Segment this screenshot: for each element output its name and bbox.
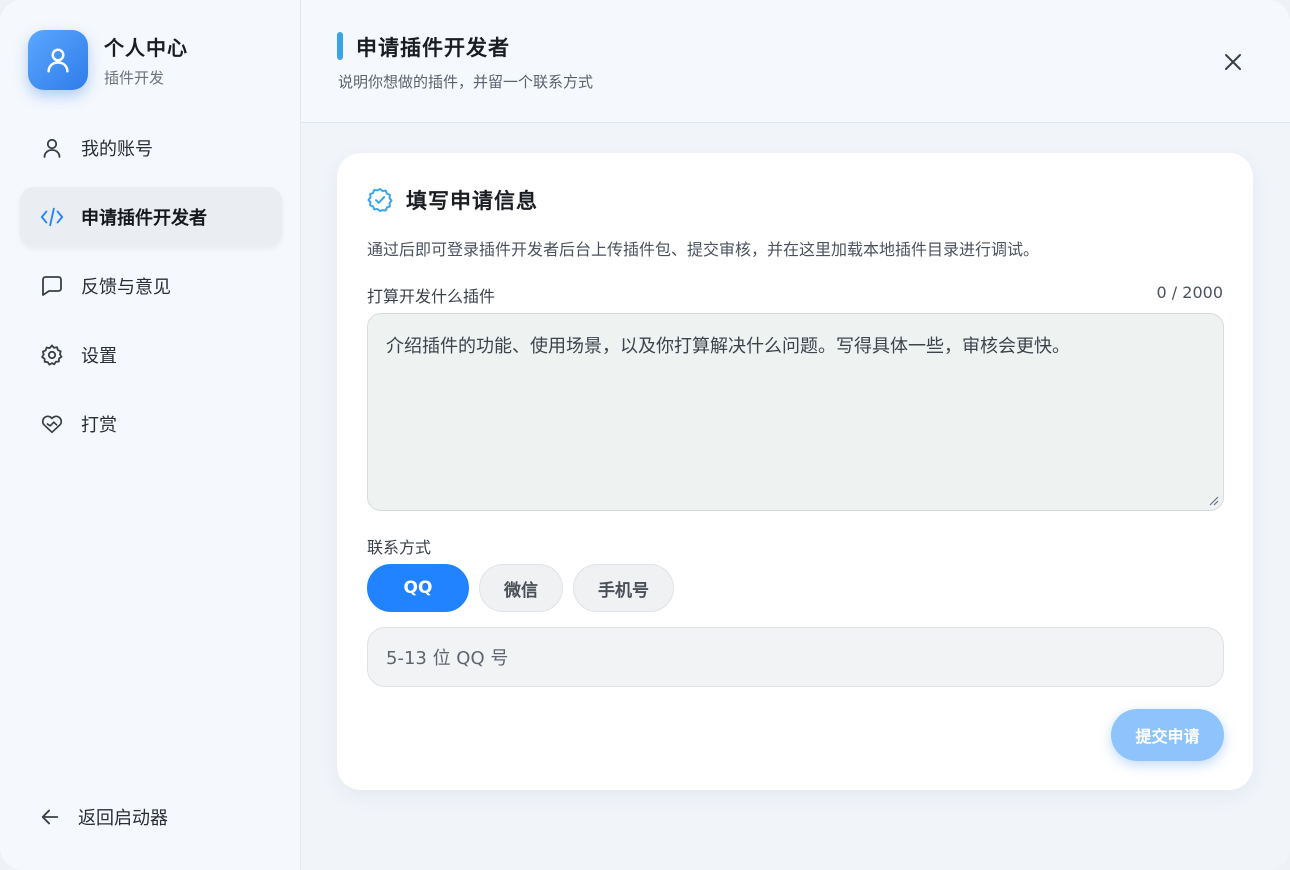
profile-header: 个人中心 插件开发 [28,30,188,90]
profile-subtitle: 插件开发 [104,69,165,87]
page-title: 申请插件开发者 [356,36,510,60]
gear-icon [40,343,64,367]
sidebar-item-label: 设置 [81,346,117,367]
app-window: 个人中心 插件开发 我的账号 申请插件开发者 反馈与意见 设置 打赏 返回启动器… [0,0,1290,870]
application-form-card: 填写申请信息 通过后即可登录插件开发者后台上传插件包、提交审核，并在这里加载本地… [337,153,1253,790]
message-icon [40,274,64,298]
plugin-description-textarea[interactable]: 介绍插件的功能、使用场景，以及你打算解决什么问题。写得具体一些，审核会更快。 [367,313,1224,511]
contact-input[interactable]: 5-13 位 QQ 号 [367,627,1224,687]
contact-method-selector: QQ 微信 手机号 [367,564,684,612]
sidebar-item-label: 我的账号 [81,139,153,160]
sidebar-item-feedback[interactable]: 反馈与意见 [20,256,282,316]
heart-hand-icon [40,412,64,436]
textarea-placeholder: 介绍插件的功能、使用场景，以及你打算解决什么问题。写得具体一些，审核会更快。 [386,336,1070,357]
contact-input-placeholder: 5-13 位 QQ 号 [386,648,509,669]
close-button[interactable] [1217,46,1249,78]
user-avatar-icon [47,48,69,73]
contact-option-qq[interactable]: QQ [367,564,469,612]
page-subtitle: 说明你想做的插件，并留一个联系方式 [338,73,594,91]
sidebar-item-account[interactable]: 我的账号 [20,118,282,178]
contact-field-label: 联系方式 [367,538,432,557]
sidebar-item-donate[interactable]: 打赏 [20,394,282,454]
back-label: 返回启动器 [78,808,168,829]
header-accent-bar [337,32,343,60]
char-counter: 0 / 2000 [1156,283,1223,302]
sidebar-item-settings[interactable]: 设置 [20,325,282,385]
back-to-launcher-button[interactable]: 返回启动器 [38,804,168,830]
contact-option-phone[interactable]: 手机号 [573,564,674,612]
verified-badge-icon [367,188,393,212]
close-icon [1225,54,1241,70]
sidebar: 个人中心 插件开发 我的账号 申请插件开发者 反馈与意见 设置 打赏 返回启动器 [0,0,301,870]
sidebar-nav: 我的账号 申请插件开发者 反馈与意见 设置 打赏 [20,118,282,463]
sidebar-item-label: 打赏 [81,415,117,436]
contact-option-wechat[interactable]: 微信 [479,564,563,612]
arrow-left-icon [38,805,62,829]
page-header: 申请插件开发者 说明你想做的插件，并留一个联系方式 [301,0,1290,123]
form-title: 填写申请信息 [406,189,538,213]
sidebar-item-label: 反馈与意见 [81,277,171,298]
code-icon [40,205,64,229]
sidebar-item-label: 申请插件开发者 [81,208,207,229]
submit-button[interactable]: 提交申请 [1111,709,1224,761]
sidebar-item-apply-developer[interactable]: 申请插件开发者 [20,187,282,247]
avatar [28,30,88,90]
resize-handle-icon [1209,496,1219,506]
plugin-field-label: 打算开发什么插件 [367,287,496,306]
profile-title: 个人中心 [104,36,188,60]
user-icon [40,136,64,160]
card-header: 填写申请信息 [367,185,538,215]
form-description: 通过后即可登录插件开发者后台上传插件包、提交审核，并在这里加载本地插件目录进行调… [367,240,1040,259]
